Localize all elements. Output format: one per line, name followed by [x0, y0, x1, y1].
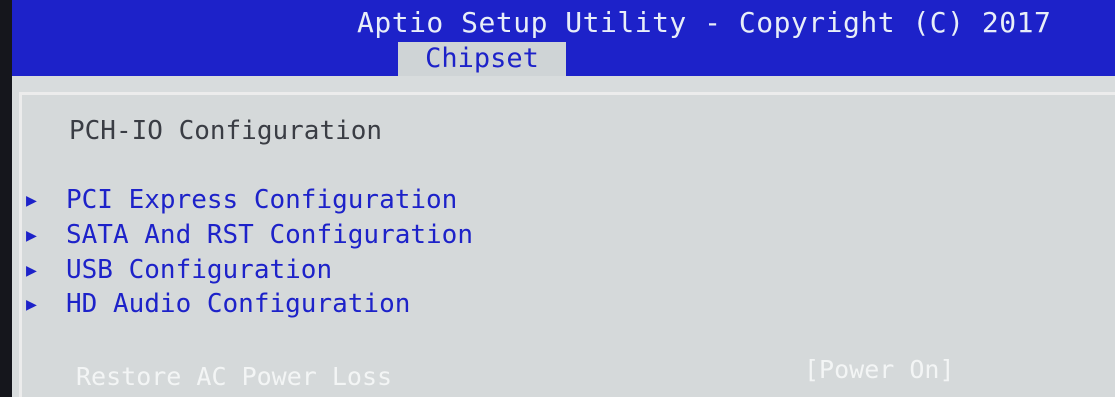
tab-chipset[interactable]: Chipset	[398, 42, 566, 76]
restore-ac-power-loss-value[interactable]: [Power On]	[804, 355, 955, 384]
menu-item-label: HD Audio Configuration	[66, 289, 411, 319]
section-title: PCH-IO Configuration	[69, 116, 383, 146]
submenu-arrow-icon: ▶	[26, 259, 37, 281]
app-title: Aptio Setup Utility - Copyright (C) 2017	[357, 6, 1052, 39]
title-bar: Aptio Setup Utility - Copyright (C) 2017…	[12, 0, 1115, 76]
submenu-arrow-icon: ▶	[26, 189, 37, 211]
submenu-arrow-icon: ▶	[26, 293, 37, 315]
menu-item-label: PCI Express Configuration	[66, 185, 458, 215]
menu-item-usb[interactable]: ▶ USB Configuration	[26, 254, 332, 286]
menu-item-label: USB Configuration	[66, 255, 333, 285]
submenu-arrow-icon: ▶	[26, 224, 37, 246]
restore-ac-power-loss-label[interactable]: Restore AC Power Loss	[76, 362, 392, 391]
menu-item-pci-express[interactable]: ▶ PCI Express Configuration	[26, 184, 457, 216]
menu-item-hd-audio[interactable]: ▶ HD Audio Configuration	[26, 288, 410, 320]
bezel-edge	[0, 0, 12, 397]
menu-item-sata-rst[interactable]: ▶ SATA And RST Configuration	[26, 219, 473, 251]
bios-screen: Aptio Setup Utility - Copyright (C) 2017…	[0, 0, 1115, 397]
menu-item-label: SATA And RST Configuration	[66, 220, 473, 250]
